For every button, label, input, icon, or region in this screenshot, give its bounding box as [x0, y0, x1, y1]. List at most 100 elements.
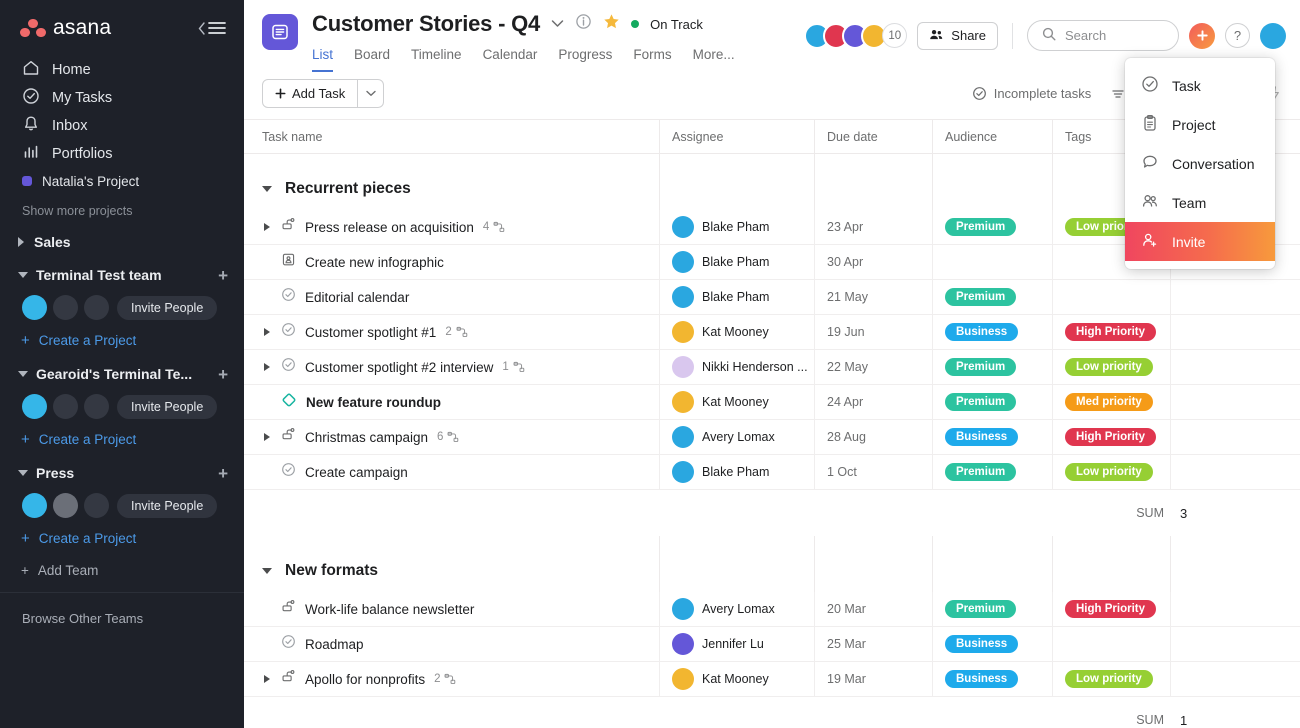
audience-pill[interactable]: Premium [945, 463, 1017, 481]
extra-cell[interactable] [1170, 349, 1300, 385]
avatar-placeholder[interactable] [84, 493, 109, 518]
due-date-cell[interactable]: 19 Jun [814, 314, 932, 350]
task-name-cell[interactable]: Customer spotlight #2 interview 1 [244, 350, 659, 385]
create-button[interactable] [1189, 22, 1215, 49]
assignee[interactable]: Blake Pham [672, 286, 769, 308]
add-task-button[interactable]: Add Task [262, 79, 385, 108]
check-circle-icon[interactable] [281, 634, 296, 654]
add-to-team-icon[interactable]: + [218, 465, 228, 482]
sidebar-team-terminal-test[interactable]: Terminal Test team + [0, 262, 244, 288]
add-to-team-icon[interactable]: + [218, 267, 228, 284]
audience-pill[interactable]: Premium [945, 358, 1017, 376]
assignee[interactable]: Avery Lomax [672, 598, 775, 620]
extra-cell[interactable] [1170, 591, 1300, 627]
table-row[interactable]: Customer spotlight #1 2 Kat Mooney 19 Ju… [244, 314, 1300, 350]
help-button[interactable]: ? [1225, 23, 1250, 48]
column-header-task-name[interactable]: Task name [244, 120, 659, 154]
tag-pill[interactable]: Low priority [1065, 670, 1153, 688]
audience-cell[interactable]: Business [932, 314, 1052, 350]
assignee-cell[interactable]: Blake Pham [659, 209, 814, 245]
tags-cell[interactable] [1052, 279, 1170, 315]
expand-subtasks-icon[interactable] [262, 675, 272, 683]
assignee[interactable]: Kat Mooney [672, 391, 769, 413]
tab-progress[interactable]: Progress [558, 47, 612, 72]
avatar[interactable] [672, 251, 694, 273]
assignee[interactable]: Blake Pham [672, 216, 769, 238]
invite-people-button[interactable]: Invite People [117, 295, 218, 320]
task-name-cell[interactable]: Apollo for nonprofits 2 [244, 662, 659, 697]
assignee-cell[interactable]: Kat Mooney [659, 384, 814, 420]
tags-cell[interactable]: Low priority [1052, 661, 1170, 697]
audience-pill[interactable]: Premium [945, 288, 1017, 306]
section-title-cell[interactable]: New formats [244, 562, 659, 592]
due-date-cell[interactable]: 28 Aug [814, 419, 932, 455]
chevron-down-icon[interactable] [262, 186, 272, 192]
table-row[interactable]: Christmas campaign 6 Avery Lomax 28 Aug … [244, 419, 1300, 455]
sidebar-item-my-tasks[interactable]: My Tasks [0, 84, 244, 112]
invite-people-button[interactable]: Invite People [117, 493, 218, 518]
add-task-dropdown[interactable] [357, 80, 383, 107]
table-row[interactable]: Apollo for nonprofits 2 Kat Mooney 19 Ma… [244, 661, 1300, 697]
avatar[interactable] [672, 461, 694, 483]
tag-pill[interactable]: Med priority [1065, 393, 1153, 411]
tab-list[interactable]: List [312, 47, 334, 72]
status-badge[interactable]: On Track [650, 17, 703, 32]
star-icon[interactable] [603, 13, 620, 35]
avatar[interactable] [22, 295, 47, 320]
task-name-cell[interactable]: Roadmap [244, 627, 659, 662]
chevron-down-icon[interactable] [262, 568, 272, 574]
extra-cell[interactable] [1170, 384, 1300, 420]
audience-cell[interactable]: Premium [932, 279, 1052, 315]
expand-subtasks-icon[interactable] [262, 328, 272, 336]
due-date-cell[interactable]: 24 Apr [814, 384, 932, 420]
share-button[interactable]: Share [917, 21, 998, 50]
audience-cell[interactable] [932, 244, 1052, 280]
assignee[interactable]: Nikki Henderson ... [672, 356, 808, 378]
extra-cell[interactable] [1170, 454, 1300, 490]
table-row[interactable]: Roadmap Jennifer Lu 25 Mar Business [244, 626, 1300, 662]
due-date-cell[interactable]: 21 May [814, 279, 932, 315]
avatar[interactable] [672, 668, 694, 690]
tag-pill[interactable]: Low priority [1065, 463, 1153, 481]
audience-cell[interactable]: Business [932, 626, 1052, 662]
add-team-button[interactable]: + Add Team [0, 553, 244, 588]
collapse-sidebar-icon[interactable] [198, 21, 226, 35]
approval-task-icon[interactable] [281, 217, 296, 237]
assignee[interactable]: Avery Lomax [672, 426, 775, 448]
menu-item-team[interactable]: Team [1125, 183, 1275, 222]
column-header-audience[interactable]: Audience [932, 119, 1052, 154]
check-circle-icon[interactable] [281, 287, 296, 307]
audience-cell[interactable]: Premium [932, 209, 1052, 245]
audience-pill[interactable]: Business [945, 635, 1019, 653]
assignee-cell[interactable]: Blake Pham [659, 279, 814, 315]
avatar[interactable] [22, 493, 47, 518]
menu-item-task[interactable]: Task [1125, 66, 1275, 105]
tag-pill[interactable]: High Priority [1065, 323, 1157, 341]
assignee-cell[interactable]: Blake Pham [659, 244, 814, 280]
sidebar-project-natalia[interactable]: Natalia's Project [0, 170, 244, 192]
tab-more[interactable]: More... [693, 47, 735, 72]
info-circle-icon[interactable] [575, 13, 592, 35]
due-date-cell[interactable]: 22 May [814, 349, 932, 385]
audience-cell[interactable]: Premium [932, 349, 1052, 385]
tags-cell[interactable]: High Priority [1052, 314, 1170, 350]
tab-board[interactable]: Board [354, 47, 390, 72]
assignee[interactable]: Kat Mooney [672, 321, 769, 343]
sidebar-team-press[interactable]: Press + [0, 460, 244, 486]
chevron-down-icon[interactable] [551, 15, 564, 33]
check-circle-icon[interactable] [281, 357, 296, 377]
task-name-cell[interactable]: Customer spotlight #1 2 [244, 315, 659, 350]
tags-cell[interactable]: Low priority [1052, 454, 1170, 490]
audience-pill[interactable]: Business [945, 323, 1019, 341]
avatar-placeholder[interactable] [84, 295, 109, 320]
expand-subtasks-icon[interactable] [262, 433, 272, 441]
avatar[interactable] [672, 598, 694, 620]
add-to-team-icon[interactable]: + [218, 366, 228, 383]
assignee[interactable]: Blake Pham [672, 461, 769, 483]
member-overflow-count[interactable]: 10 [882, 23, 908, 48]
table-row[interactable]: Work-life balance newsletter Avery Lomax… [244, 591, 1300, 627]
search-input[interactable]: Search [1027, 20, 1179, 51]
extra-cell[interactable] [1170, 626, 1300, 662]
due-date-cell[interactable]: 30 Apr [814, 244, 932, 280]
incomplete-tasks-filter[interactable]: Incomplete tasks [972, 86, 1091, 101]
